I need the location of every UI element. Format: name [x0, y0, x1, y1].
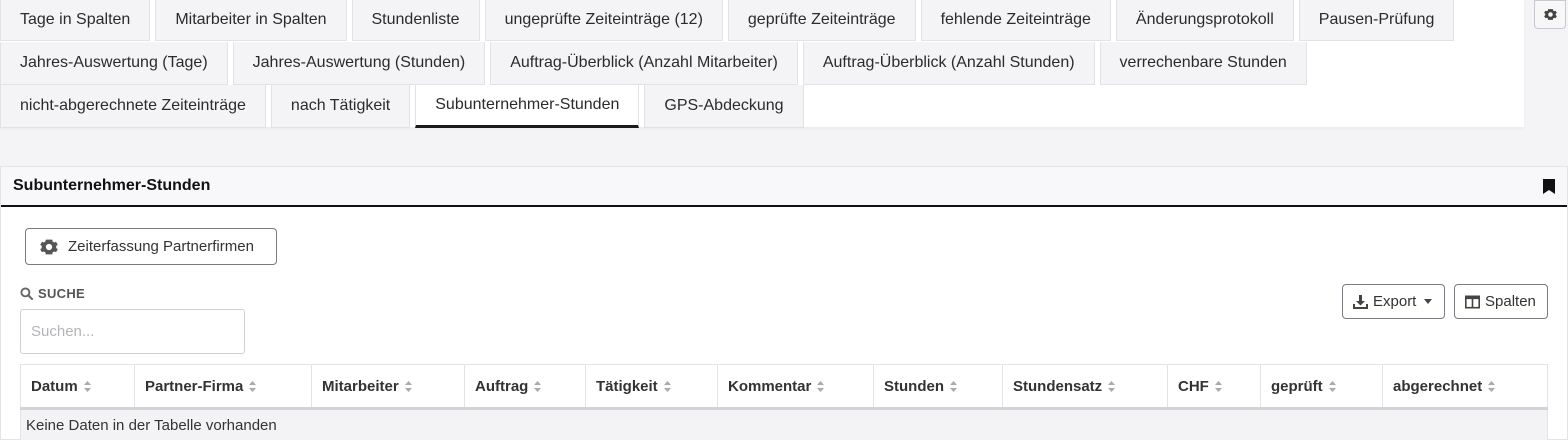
columns-button[interactable]: Spalten	[1454, 284, 1548, 319]
sort-icon	[663, 380, 671, 392]
panel-title: Subunternehmer-Stunden	[13, 177, 211, 194]
tab-row-1: Tage in Spalten Mitarbeiter in Spalten S…	[0, 0, 1459, 41]
download-icon	[1353, 294, 1368, 309]
sort-icon	[1328, 380, 1336, 392]
sort-icon	[83, 380, 91, 392]
tab-fehlende-zeiteintraege[interactable]: fehlende Zeiteinträge	[920, 0, 1111, 41]
tab-jahres-auswertung-stunden[interactable]: Jahres-Auswertung (Stunden)	[232, 42, 486, 85]
settings-button[interactable]	[1534, 0, 1566, 29]
subcontractor-hours-table: Datum Partner-Firma Mitarbeiter Auftrag …	[20, 364, 1548, 440]
columns-label: Spalten	[1485, 293, 1536, 310]
report-tabs: Tage in Spalten Mitarbeiter in Spalten S…	[0, 0, 1524, 128]
column-header-chf[interactable]: CHF	[1167, 364, 1261, 410]
column-header-geprueft[interactable]: geprüft	[1260, 364, 1383, 410]
export-label: Export	[1373, 293, 1417, 310]
column-header-abgerechnet[interactable]: abgerechnet	[1382, 364, 1548, 410]
columns-icon	[1465, 294, 1480, 308]
tab-stundenliste[interactable]: Stundenliste	[351, 0, 480, 41]
sort-icon	[1108, 380, 1116, 392]
sort-icon	[1488, 380, 1496, 392]
sort-icon	[404, 380, 412, 392]
tab-row-2: Jahres-Auswertung (Tage) Jahres-Auswertu…	[0, 42, 1312, 85]
tab-aenderungsprotokoll[interactable]: Änderungsprotokoll	[1115, 0, 1294, 41]
column-header-taetigkeit[interactable]: Tätigkeit	[585, 364, 718, 410]
report-panel: Subunternehmer-Stunden Zeiterfassung Par…	[0, 166, 1568, 440]
sort-icon	[950, 380, 957, 392]
sort-icon	[817, 380, 825, 392]
table-header-row: Datum Partner-Firma Mitarbeiter Auftrag …	[20, 364, 1548, 410]
tab-auftrag-ueberblick-mitarbeiter[interactable]: Auftrag-Überblick (Anzahl Mitarbeiter)	[490, 42, 798, 85]
tab-ungepruefte-zeiteintraege[interactable]: ungeprüfte Zeiteinträge (12)	[484, 0, 723, 41]
tab-gps-abdeckung[interactable]: GPS-Abdeckung	[644, 85, 804, 128]
search-input[interactable]	[20, 309, 245, 354]
column-header-datum[interactable]: Datum	[20, 364, 135, 410]
tab-gepruefte-zeiteintraege[interactable]: geprüfte Zeiteinträge	[727, 0, 916, 41]
gear-icon	[1543, 9, 1557, 20]
tab-subunternehmer-stunden[interactable]: Subunternehmer-Stunden	[415, 85, 640, 128]
column-header-stundensatz[interactable]: Stundensatz	[1002, 364, 1168, 410]
tab-pausen-pruefung[interactable]: Pausen-Prüfung	[1298, 0, 1455, 41]
bookmark-icon[interactable]	[1543, 178, 1555, 194]
empty-table-message: Keine Daten in der Tabelle vorhanden	[20, 408, 1548, 440]
partner-time-tracking-button[interactable]: Zeiterfassung Partnerfirmen	[25, 228, 277, 265]
search-label-text: SUCHE	[38, 286, 86, 301]
tab-tage-in-spalten[interactable]: Tage in Spalten	[0, 0, 151, 41]
column-header-partner-firma[interactable]: Partner-Firma	[134, 364, 312, 410]
chevron-down-icon	[1424, 299, 1433, 304]
search-label: SUCHE	[20, 286, 85, 301]
partner-button-label: Zeiterfassung Partnerfirmen	[68, 238, 254, 255]
table-row: Keine Daten in der Tabelle vorhanden	[20, 408, 1548, 440]
tab-auftrag-ueberblick-stunden[interactable]: Auftrag-Überblick (Anzahl Stunden)	[802, 42, 1095, 85]
gear-icon	[40, 239, 58, 254]
column-header-auftrag[interactable]: Auftrag	[464, 364, 586, 410]
search-icon	[20, 287, 33, 300]
sort-icon	[249, 380, 257, 392]
sort-icon	[534, 380, 542, 392]
sort-icon	[1214, 380, 1222, 392]
panel-header: Subunternehmer-Stunden	[1, 167, 1567, 207]
column-header-mitarbeiter[interactable]: Mitarbeiter	[311, 364, 465, 410]
tab-verrechenbare-stunden[interactable]: verrechenbare Stunden	[1099, 42, 1307, 85]
tab-nicht-abgerechnete-zeiteintraege[interactable]: nicht-abgerechnete Zeiteinträge	[0, 85, 266, 128]
tab-jahres-auswertung-tage[interactable]: Jahres-Auswertung (Tage)	[0, 42, 228, 85]
column-header-kommentar[interactable]: Kommentar	[717, 364, 874, 410]
export-button[interactable]: Export	[1342, 284, 1445, 319]
tab-mitarbeiter-in-spalten[interactable]: Mitarbeiter in Spalten	[155, 0, 347, 41]
column-header-stunden[interactable]: Stunden	[873, 364, 1003, 410]
tab-row-3: nicht-abgerechnete Zeiteinträge nach Tät…	[0, 85, 809, 128]
tab-nach-taetigkeit[interactable]: nach Tätigkeit	[270, 85, 411, 128]
